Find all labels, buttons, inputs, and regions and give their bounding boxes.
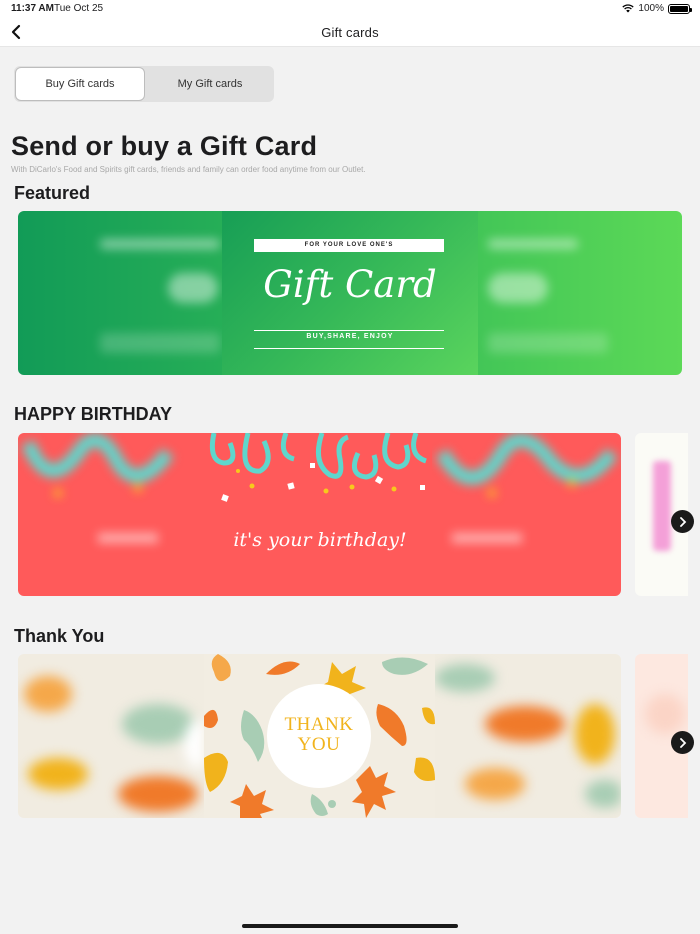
gift-card-top-line: FOR YOUR LOVE ONE'S (254, 239, 444, 252)
thank-you-gift-card[interactable]: THANK YOU (204, 654, 435, 818)
section-title-featured: Featured (14, 183, 91, 203)
thank-you-gift-card-banner[interactable]: THANK YOU (18, 654, 621, 818)
thank-you-line1: THANK (284, 714, 354, 735)
featured-gift-card[interactable]: FOR YOUR LOVE ONE'S Gift Card BUY,SHARE,… (222, 211, 478, 375)
blurred-decor (488, 333, 608, 353)
chevron-right-icon (679, 737, 686, 748)
hero-title: Send or buy a Gift Card (11, 131, 318, 161)
page-title: Gift cards (321, 25, 379, 40)
birthday-next-button[interactable] (671, 510, 694, 533)
birthday-gift-card-banner[interactable]: it's your birthday! (18, 433, 621, 596)
gift-card-tagline: BUY,SHARE, ENJOY (306, 333, 394, 340)
thank-you-line2: YOU (297, 734, 341, 755)
blurred-decor (100, 239, 220, 249)
nav-bar: Gift cards (0, 16, 700, 47)
section-title-birthday: HAPPY BIRTHDAY (14, 404, 173, 424)
blurred-decor (100, 333, 220, 353)
featured-gift-card-banner[interactable]: FOR YOUR LOVE ONE'S Gift Card BUY,SHARE,… (18, 211, 682, 375)
gift-card-tabs: Buy Gift cards My Gift cards (14, 66, 274, 102)
battery-icon (668, 3, 692, 14)
wifi-icon (622, 4, 635, 13)
thank-you-card-text: THANK YOU (267, 715, 371, 755)
status-bar: 11:37 AM Tue Oct 25 100% (0, 0, 700, 16)
status-date: Tue Oct 25 (54, 3, 104, 14)
hero-subtitle: With DiCarlo's Food and Spirits gift car… (11, 165, 366, 174)
confetti-graphic (209, 433, 427, 502)
tab-buy-gift-cards[interactable]: Buy Gift cards (15, 67, 145, 101)
blurred-confetti (21, 433, 174, 543)
blurred-decor (653, 461, 671, 551)
home-indicator[interactable] (242, 924, 458, 928)
blurred-leaves (435, 664, 621, 808)
blurred-decor (488, 239, 578, 249)
gift-card-script-title: Gift Card (263, 263, 437, 306)
tab-my-gift-cards[interactable]: My Gift cards (146, 66, 274, 102)
divider (254, 330, 444, 331)
battery-percent: 100% (638, 3, 664, 14)
blurred-confetti (435, 433, 618, 543)
divider (254, 348, 444, 349)
blurred-decor (488, 273, 548, 303)
thank-you-next-button[interactable] (671, 731, 694, 754)
birthday-gift-card[interactable]: it's your birthday! (208, 433, 432, 596)
birthday-card-text: it's your birthday! (233, 529, 407, 551)
blurred-decor (645, 694, 685, 734)
blurred-leaves (24, 676, 204, 812)
section-title-thank-you: Thank You (14, 626, 105, 646)
blurred-decor (168, 273, 218, 303)
chevron-right-icon (679, 516, 686, 527)
status-right: 100% (622, 3, 692, 14)
status-time: 11:37 AM (11, 3, 54, 14)
